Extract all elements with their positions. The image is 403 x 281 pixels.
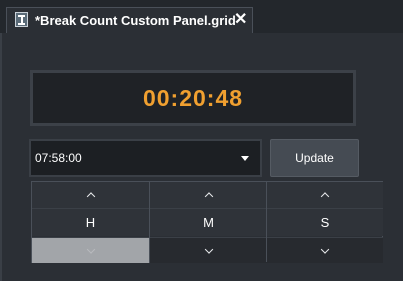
- grid-file-icon: [15, 12, 28, 27]
- minutes-spinner: M: [149, 182, 267, 263]
- tab-strip: *Break Count Custom Panel.grid ✕: [0, 0, 403, 33]
- seconds-decrement-button[interactable]: [267, 237, 383, 263]
- countdown-value: 00:20:48: [142, 84, 244, 111]
- hours-increment-button[interactable]: [32, 182, 149, 209]
- hours-decrement-button[interactable]: [32, 237, 149, 263]
- minutes-decrement-button[interactable]: [150, 237, 267, 263]
- chevron-down-icon: [86, 244, 95, 254]
- update-button[interactable]: Update: [270, 139, 359, 177]
- tab-title: *Break Count Custom Panel.grid: [35, 13, 236, 28]
- time-select-value: 07:58:00: [35, 151, 82, 165]
- close-icon[interactable]: ✕: [234, 11, 247, 29]
- chevron-up-icon: [86, 192, 95, 201]
- seconds-label: S: [267, 209, 383, 236]
- minutes-label: M: [150, 209, 267, 236]
- tab-break-count-custom-panel[interactable]: *Break Count Custom Panel.grid ✕: [6, 7, 253, 33]
- app-window: *Break Count Custom Panel.grid ✕ 00:20:4…: [0, 0, 403, 281]
- chevron-up-icon: [320, 192, 330, 201]
- hours-label: H: [32, 209, 149, 236]
- time-select[interactable]: 07:58:00: [29, 139, 262, 177]
- chevron-up-icon: [204, 192, 213, 201]
- time-spinner-grid: H M S: [31, 181, 383, 263]
- seconds-increment-button[interactable]: [267, 182, 383, 209]
- minutes-increment-button[interactable]: [150, 182, 267, 209]
- countdown-display: 00:20:48: [30, 70, 356, 126]
- chevron-down-icon: [204, 244, 213, 254]
- hours-spinner: H: [32, 182, 149, 263]
- seconds-spinner: S: [266, 182, 383, 263]
- panel-left-border: [0, 33, 2, 281]
- chevron-down-icon: [320, 244, 330, 254]
- caret-down-icon: [241, 156, 249, 161]
